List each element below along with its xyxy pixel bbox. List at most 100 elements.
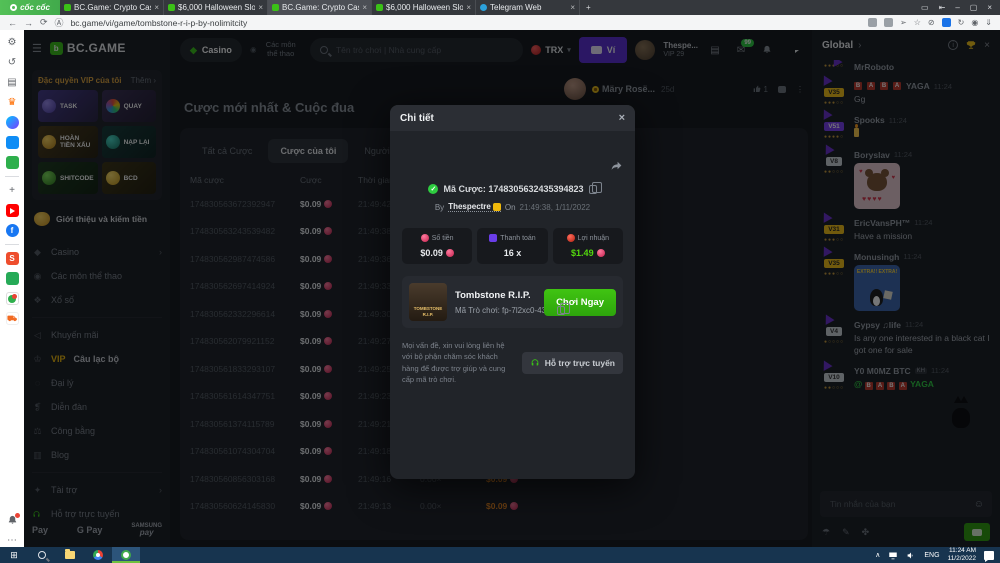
- action-center-icon[interactable]: [984, 551, 994, 560]
- reload-button[interactable]: ⟳: [40, 17, 48, 28]
- file-explorer-icon[interactable]: [56, 547, 84, 563]
- taskbar-clock[interactable]: 11:24 AM 11/2/2022: [948, 547, 976, 563]
- youtube-icon[interactable]: [6, 204, 19, 217]
- hot-trending-icon[interactable]: ♛: [6, 96, 19, 109]
- window-controls: ▭ ⇤ – ▢ ×: [921, 3, 1000, 12]
- tab-search-icon[interactable]: ▭: [921, 3, 929, 12]
- game-title[interactable]: Tombstone R.I.P.: [455, 290, 536, 301]
- coccoc-logo-icon: [10, 4, 17, 11]
- settings-gear-icon[interactable]: ⚙: [6, 36, 19, 49]
- cart-icon[interactable]: ⛟: [6, 312, 19, 325]
- divider: [5, 176, 19, 177]
- sync-icon[interactable]: ↻: [958, 18, 965, 27]
- modal-header: Chi tiết ×: [390, 105, 635, 131]
- vip-medal-icon: [493, 203, 501, 211]
- copy-icon[interactable]: [589, 185, 597, 194]
- on-label: On: [505, 203, 516, 212]
- tab-close-icon[interactable]: ×: [570, 3, 575, 12]
- trx-gem-icon: [597, 249, 605, 257]
- bet-id-text: Mã Cược: 1748305632435394823: [443, 184, 583, 194]
- bet-datetime: 21:49:38, 1/11/2022: [520, 203, 591, 212]
- profit-sprout-icon: [567, 234, 575, 242]
- tab-close-icon[interactable]: ×: [154, 3, 159, 12]
- player-link[interactable]: Thespectre: [448, 202, 501, 212]
- tab-title: BC.Game: Crypto Casino Gan: [282, 3, 359, 12]
- chrome-icon[interactable]: [84, 547, 112, 563]
- forward-button[interactable]: →: [24, 18, 33, 28]
- browser-tab-2[interactable]: $6,000 Halloween Slot Battle ×: [164, 0, 268, 15]
- store-icon[interactable]: [6, 272, 19, 285]
- add-shortcut-icon[interactable]: +: [6, 184, 19, 197]
- coccoc-taskbar-icon[interactable]: [112, 547, 140, 563]
- download-extension-icon[interactable]: [942, 18, 951, 27]
- divider: [5, 244, 19, 245]
- windows-taskbar: ⊞ ∧ ENG 11:24 AM 11/2/2022: [0, 547, 1000, 563]
- start-button[interactable]: ⊞: [0, 547, 28, 563]
- close-window-button[interactable]: ×: [987, 3, 992, 12]
- copy-icon[interactable]: [557, 306, 565, 315]
- games-gamepad-icon[interactable]: [6, 156, 19, 169]
- taskbar-search-icon[interactable]: [28, 547, 56, 563]
- back-button[interactable]: ←: [8, 18, 17, 28]
- stat-payout: Thanh toán 16 x: [477, 228, 547, 264]
- language-indicator[interactable]: ENG: [924, 552, 939, 559]
- tab-close-icon[interactable]: ×: [466, 3, 471, 12]
- screen: cốc cốc BC.Game: Crypto Casino Gan × $6,…: [0, 0, 1000, 563]
- trx-gem-icon: [446, 249, 454, 257]
- extension-icon[interactable]: [868, 18, 877, 27]
- share-page-icon[interactable]: ➢: [900, 18, 907, 27]
- share-icon[interactable]: [610, 159, 623, 172]
- stat-profit: Lợi nhuận $1.49: [553, 228, 623, 264]
- tab-title: Telegram Web: [490, 3, 567, 12]
- show-hidden-icons[interactable]: ∧: [875, 551, 880, 559]
- browser-tab-4[interactable]: $6,000 Halloween Slot Battl ×: [372, 0, 476, 15]
- headset-icon: [530, 358, 540, 368]
- more-options-icon[interactable]: ⋯: [6, 534, 19, 547]
- maximize-button[interactable]: ▢: [970, 3, 978, 12]
- support-note: Mọi vấn đề, xin vui lòng liên hệ với bộ …: [402, 340, 514, 385]
- chat-app-icon[interactable]: [6, 292, 19, 305]
- coccoc-browser-logo[interactable]: cốc cốc: [0, 0, 60, 15]
- extension-icon[interactable]: [884, 18, 893, 27]
- shopee-icon[interactable]: S: [6, 252, 19, 265]
- network-icon[interactable]: [888, 551, 898, 560]
- telegram-favicon: [480, 4, 487, 11]
- tab-close-icon[interactable]: ×: [362, 3, 367, 12]
- close-modal-icon[interactable]: ×: [619, 112, 625, 124]
- facebook-icon[interactable]: f: [6, 224, 19, 237]
- history-icon[interactable]: ↺: [6, 56, 19, 69]
- blocker-icon[interactable]: ⊘: [928, 18, 935, 27]
- tab-title: $6,000 Halloween Slot Battle: [178, 3, 255, 12]
- bcgame-favicon: [168, 4, 175, 11]
- game-thumbnail[interactable]: TOMBSTONE R.I.P.: [409, 283, 447, 321]
- browser-tab-3-active[interactable]: BC.Game: Crypto Casino Gan ×: [268, 0, 372, 15]
- play-now-button[interactable]: Chơi Ngay: [544, 289, 616, 316]
- browser-tab-5[interactable]: Telegram Web ×: [476, 0, 580, 15]
- minimize-button[interactable]: –: [955, 3, 959, 12]
- reading-list-icon[interactable]: ▤: [6, 76, 19, 89]
- zalo-icon[interactable]: [6, 136, 19, 149]
- restore-last-tab-icon[interactable]: ⇤: [939, 3, 946, 12]
- browser-tab-1[interactable]: BC.Game: Crypto Casino Gan ×: [60, 0, 164, 15]
- bcgame-favicon: [272, 4, 279, 11]
- bcgame-page: ☰ b BC.GAME Đặc quyền VIP của tôi Thêm ›…: [24, 30, 1000, 547]
- messenger-icon[interactable]: [6, 116, 19, 129]
- live-support-button[interactable]: Hỗ trợ trực tuyến: [522, 352, 623, 374]
- amount-gem-icon: [421, 234, 429, 242]
- browser-side-rail: ⚙ ↺ ▤ ♛ + f S ⛟ ⋯: [0, 30, 24, 547]
- speaker-icon[interactable]: [906, 551, 916, 560]
- bookmark-star-icon[interactable]: ☆: [914, 18, 921, 27]
- game-card: TOMBSTONE R.I.P. Tombstone R.I.P. Mã Trò…: [402, 276, 623, 328]
- new-tab-button[interactable]: +: [580, 3, 597, 12]
- modal-title: Chi tiết: [400, 113, 434, 124]
- bcgame-favicon: [376, 4, 383, 11]
- downloads-tray-icon[interactable]: ⇓: [985, 18, 992, 27]
- site-security-icon[interactable]: Ⓐ: [55, 16, 64, 29]
- game-id-text: Mã Trò chơi: fp-7l2xc0-43...: [455, 306, 553, 315]
- profile-avatar-icon[interactable]: ◉: [971, 18, 978, 27]
- notifications-bell-icon[interactable]: [6, 514, 19, 527]
- browser-tab-strip: cốc cốc BC.Game: Crypto Casino Gan × $6,…: [0, 0, 1000, 15]
- url-text[interactable]: bc.game/vi/game/tombstone-r-i-p-by-nolim…: [71, 18, 248, 28]
- by-label: By: [435, 203, 444, 212]
- tab-close-icon[interactable]: ×: [258, 3, 263, 12]
